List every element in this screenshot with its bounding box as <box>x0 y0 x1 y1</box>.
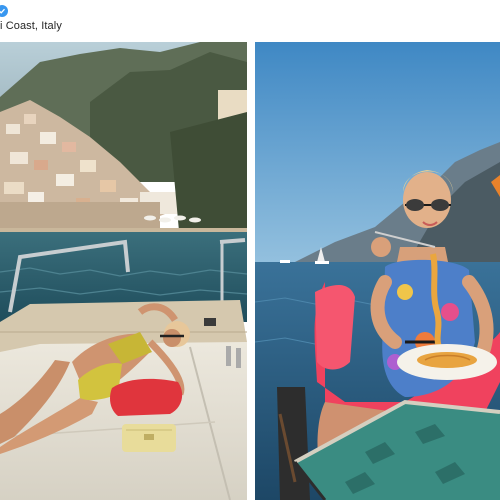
red-towel <box>110 378 183 416</box>
verified-icon <box>0 5 8 17</box>
location-link[interactable]: i Coast, Italy <box>0 19 62 33</box>
post-location-header: i Coast, Italy <box>0 0 500 40</box>
photo-boat-sunbathing[interactable] <box>0 42 247 500</box>
photo-pasta-lunch[interactable] <box>255 42 500 500</box>
photo-gap <box>247 42 255 500</box>
